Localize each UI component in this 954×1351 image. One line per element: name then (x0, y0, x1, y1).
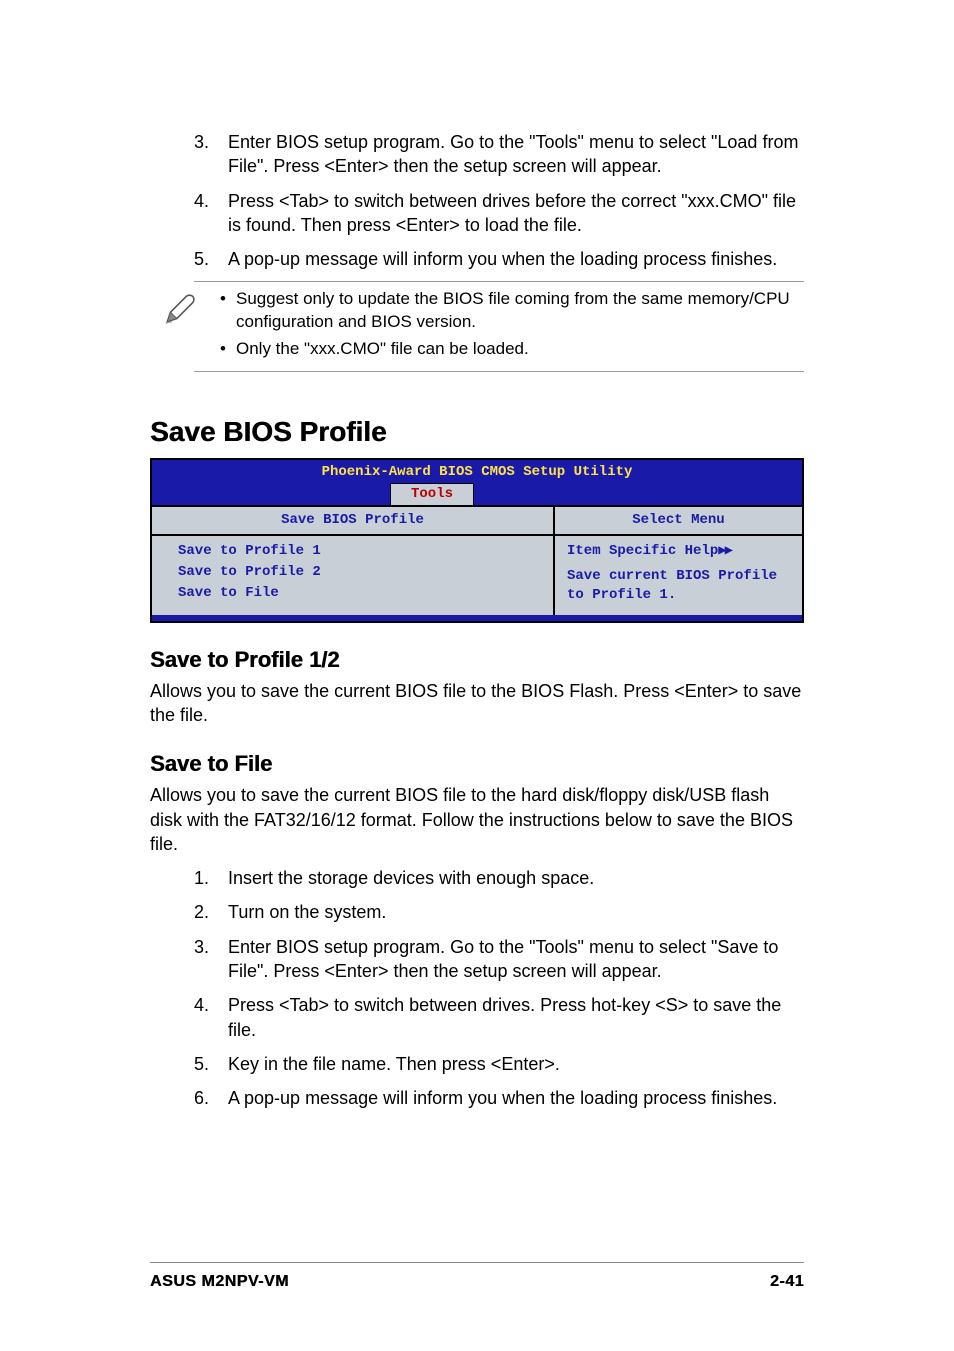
list-item: • Only the "xxx.CMO" file can be loaded. (210, 338, 804, 361)
step-number: 3. (194, 935, 228, 984)
bios-menu-item: Save to File (178, 584, 553, 603)
pencil-note-icon (150, 288, 210, 328)
list-item: 4. Press <Tab> to switch between drives … (194, 189, 804, 238)
subsection-heading: Save to File (150, 751, 804, 777)
note-block: • Suggest only to update the BIOS file c… (150, 281, 804, 372)
footer-product: ASUS M2NPV-VM (150, 1273, 289, 1291)
step-text: Enter BIOS setup program. Go to the "Too… (228, 935, 804, 984)
step-number: 6. (194, 1086, 228, 1110)
body-text: Allows you to save the current BIOS file… (150, 783, 804, 856)
bios-screenshot: Phoenix-Award BIOS CMOS Setup Utility To… (150, 458, 804, 622)
page-footer: ASUS M2NPV-VM 2-41 (150, 1262, 804, 1291)
list-item: 4.Press <Tab> to switch between drives. … (194, 993, 804, 1042)
list-item: 5. A pop-up message will inform you when… (194, 247, 804, 271)
body-text: Allows you to save the current BIOS file… (150, 679, 804, 728)
step-number: 5. (194, 1052, 228, 1076)
section-heading: Save BIOS Profile (150, 416, 804, 448)
bios-dash-border (152, 615, 802, 621)
step-text: A pop-up message will inform you when th… (228, 1086, 804, 1110)
step-text: Press <Tab> to switch between drives. Pr… (228, 993, 804, 1042)
bios-menu-items: Save to Profile 1 Save to Profile 2 Save… (152, 536, 553, 615)
step-number: 1. (194, 866, 228, 890)
list-item: 2.Turn on the system. (194, 900, 804, 924)
step-text: Insert the storage devices with enough s… (228, 866, 804, 890)
step-number: 5. (194, 247, 228, 271)
bullet-icon: • (210, 288, 236, 334)
step-text: A pop-up message will inform you when th… (228, 247, 804, 271)
bios-help-text: Save current BIOS Profile to Profile 1. (567, 567, 792, 605)
step-number: 4. (194, 993, 228, 1042)
bullet-icon: • (210, 338, 236, 361)
bios-menu-item: Save to Profile 2 (178, 563, 553, 582)
subsection-heading: Save to Profile 1/2 (150, 647, 804, 673)
save-to-file-steps: 1.Insert the storage devices with enough… (194, 866, 804, 1110)
note-text: Suggest only to update the BIOS file com… (236, 288, 804, 334)
footer-page-number: 2-41 (770, 1273, 804, 1291)
step-text: Press <Tab> to switch between drives bef… (228, 189, 804, 238)
list-item: 1.Insert the storage devices with enough… (194, 866, 804, 890)
bios-right-header: Select Menu (555, 507, 802, 536)
list-item: 3.Enter BIOS setup program. Go to the "T… (194, 935, 804, 984)
step-number: 4. (194, 189, 228, 238)
bios-menu-item: Save to Profile 1 (178, 542, 553, 561)
bios-tab-label: Tools (411, 486, 453, 502)
bios-help-label: Item Specific Help▶▶ (567, 542, 792, 561)
note-list: • Suggest only to update the BIOS file c… (210, 288, 804, 365)
list-item: 6.A pop-up message will inform you when … (194, 1086, 804, 1110)
bios-right-pane: Select Menu Item Specific Help▶▶ Save cu… (555, 507, 802, 615)
bios-title: Phoenix-Award BIOS CMOS Setup Utility (152, 460, 802, 483)
load-from-file-steps: 3. Enter BIOS setup program. Go to the "… (194, 130, 804, 271)
list-item: • Suggest only to update the BIOS file c… (210, 288, 804, 334)
step-number: 2. (194, 900, 228, 924)
list-item: 3. Enter BIOS setup program. Go to the "… (194, 130, 804, 179)
arrow-right-icon: ▶▶ (718, 543, 731, 559)
note-text: Only the "xxx.CMO" file can be loaded. (236, 338, 804, 361)
list-item: 5.Key in the file name. Then press <Ente… (194, 1052, 804, 1076)
bios-tab-tools: Tools (390, 483, 474, 505)
divider (194, 281, 804, 282)
bios-left-header: Save BIOS Profile (152, 507, 553, 536)
bios-tab-bar: Tools (152, 483, 802, 505)
step-text: Enter BIOS setup program. Go to the "Too… (228, 130, 804, 179)
bios-left-pane: Save BIOS Profile Save to Profile 1 Save… (152, 507, 555, 615)
step-number: 3. (194, 130, 228, 179)
step-text: Key in the file name. Then press <Enter>… (228, 1052, 804, 1076)
step-text: Turn on the system. (228, 900, 804, 924)
divider (194, 371, 804, 372)
